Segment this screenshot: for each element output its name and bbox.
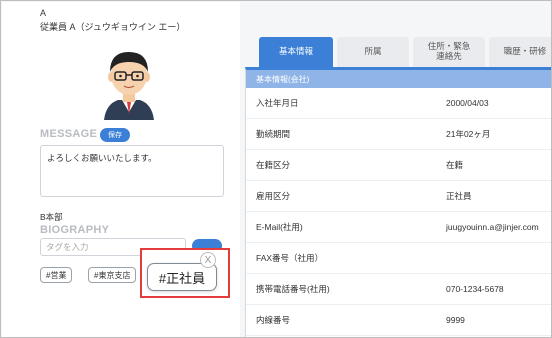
tag-chip[interactable]: #営業 xyxy=(40,267,73,283)
avatar xyxy=(104,52,154,120)
highlight-box: #正社員 X xyxy=(140,248,230,298)
info-panel: 基本情報(会社) 入社年月日 2000/04/03 勤続期間 21年02ヶ月 在… xyxy=(245,67,551,337)
table-row: 雇用区分 正社員 xyxy=(246,181,551,212)
row-value: 9999 xyxy=(446,315,465,325)
row-key: 携帯電話番号(社用) xyxy=(256,284,330,294)
panel-header: 基本情報(会社) xyxy=(246,70,551,88)
row-key: FAX番号（社用） xyxy=(256,253,324,263)
tab-career[interactable]: 職歴・研修 xyxy=(489,37,551,67)
close-icon[interactable]: X xyxy=(200,252,216,268)
row-value: 070-1234-5678 xyxy=(446,284,504,294)
profile-column: A 従業員 A（ジュウギョウイン エー） MESSAGE 保存 よろしくお願いい… xyxy=(2,2,240,337)
row-key: 在籍区分 xyxy=(256,160,291,170)
message-textarea[interactable]: よろしくお願いいたします。 xyxy=(40,145,224,197)
tag-chip[interactable]: #東京支店 xyxy=(88,267,137,283)
table-row: 勤続期間 21年02ヶ月 xyxy=(246,119,551,150)
employee-initial: A xyxy=(40,8,47,18)
save-button[interactable]: 保存 xyxy=(100,128,130,142)
tab-address[interactable]: 住所・緊急 連絡先 xyxy=(413,37,485,67)
employee-name: 従業員 A（ジュウギョウイン エー） xyxy=(40,22,186,32)
row-key: 雇用区分 xyxy=(256,191,291,201)
info-rows: 入社年月日 2000/04/03 勤続期間 21年02ヶ月 在籍区分 在籍 雇用… xyxy=(246,88,551,336)
row-key: 内線番号 xyxy=(256,315,291,325)
row-key: 入社年月日 xyxy=(256,98,299,108)
table-row: 入社年月日 2000/04/03 xyxy=(246,88,551,119)
tab-bar: 基本情報 所属 住所・緊急 連絡先 職歴・研修 xyxy=(259,37,551,67)
row-value: 正社員 xyxy=(446,191,472,201)
tab-affiliation[interactable]: 所属 xyxy=(337,37,409,67)
row-value: 在籍 xyxy=(446,160,464,170)
row-value: 21年02ヶ月 xyxy=(446,129,491,139)
table-row: E-Mail(社用) juugyouinn.a@jinjer.com xyxy=(246,212,551,243)
row-key: 勤続期間 xyxy=(256,129,291,139)
tab-basic-info[interactable]: 基本情報 xyxy=(259,37,333,67)
table-row: 内線番号 9999 xyxy=(246,305,551,336)
message-label: MESSAGE xyxy=(40,128,98,140)
table-row: 携帯電話番号(社用) 070-1234-5678 xyxy=(246,274,551,305)
department-label: B本部 xyxy=(40,212,63,222)
app-window: A 従業員 A（ジュウギョウイン エー） MESSAGE 保存 よろしくお願いい… xyxy=(0,0,552,338)
table-row: 在籍区分 在籍 xyxy=(246,150,551,181)
table-row: FAX番号（社用） xyxy=(246,243,551,274)
row-value: 2000/04/03 xyxy=(446,98,489,108)
row-key: E-Mail(社用) xyxy=(256,222,303,232)
row-value: juugyouinn.a@jinjer.com xyxy=(446,222,539,232)
biography-label: BIOGRAPHY xyxy=(40,224,110,236)
